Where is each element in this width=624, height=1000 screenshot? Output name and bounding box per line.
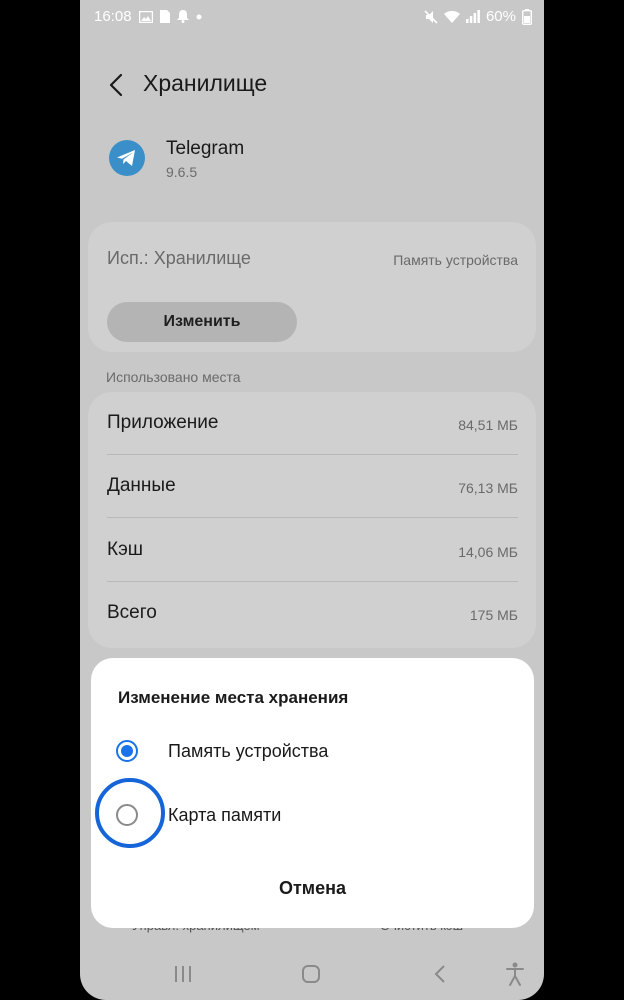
mute-icon (424, 9, 438, 24)
dialog-title: Изменение места хранения (118, 688, 349, 707)
divider (107, 517, 518, 518)
usage-row-cache: Кэш 14,06 МБ (88, 519, 536, 582)
usage-row-data: Данные 76,13 МБ (88, 455, 536, 518)
app-info: Telegram 9.6.5 (80, 132, 544, 192)
option-memory-card[interactable]: Карта памяти (91, 790, 534, 840)
usage-row-value: 84,51 МБ (458, 417, 518, 433)
storage-location-value: Память устройства (393, 252, 518, 268)
accessibility-icon (506, 962, 524, 986)
usage-section-label: Использовано места (106, 369, 241, 385)
usage-row-value: 14,06 МБ (458, 544, 518, 560)
signal-icon (465, 10, 480, 23)
status-time: 16:08 (94, 8, 132, 25)
navigation-bar (80, 950, 544, 998)
chevron-left-icon (109, 73, 123, 97)
app-name: Telegram (166, 138, 245, 159)
usage-row-value: 76,13 МБ (458, 480, 518, 496)
telegram-app-icon (109, 140, 145, 176)
usage-row-label: Кэш (107, 539, 144, 560)
accessibility-button[interactable] (500, 960, 530, 988)
usage-row-app: Приложение 84,51 МБ (88, 392, 536, 455)
change-storage-button[interactable]: Изменить (107, 302, 297, 342)
dot-icon (196, 14, 202, 19)
usage-row-label: Всего (107, 602, 157, 623)
home-icon (302, 965, 320, 983)
image-icon (138, 10, 153, 23)
battery-percentage: 60% (485, 8, 516, 25)
usage-row-total: Всего 175 МБ (88, 582, 536, 645)
radio-selected[interactable] (116, 740, 138, 762)
option-label: Карта памяти (168, 805, 282, 825)
storage-location-label: Исп.: Хранилище (107, 248, 251, 268)
storage-change-dialog: Изменение места хранения Память устройст… (91, 658, 534, 928)
storage-location-card: Исп.: Хранилище Память устройства Измени… (88, 222, 536, 352)
cancel-button[interactable]: Отмена (91, 863, 534, 913)
status-bar: 16:08 60% (80, 0, 544, 34)
page-title: Хранилище (143, 70, 268, 96)
recent-apps-button[interactable] (168, 960, 198, 988)
usage-row-value: 175 МБ (469, 607, 518, 623)
usage-row-label: Приложение (107, 412, 219, 433)
battery-icon (522, 8, 532, 25)
paper-plane-icon (117, 150, 135, 166)
app-version: 9.6.5 (166, 164, 198, 180)
sim-icon (159, 10, 170, 23)
recent-apps-icon (175, 966, 191, 982)
home-button[interactable] (296, 960, 326, 988)
app-bar: Хранилище (80, 60, 544, 110)
back-nav-icon (434, 965, 445, 983)
option-device-memory[interactable]: Память устройства (91, 726, 534, 776)
usage-row-label: Данные (107, 475, 176, 496)
wifi-icon (443, 11, 460, 23)
bell-icon (176, 10, 189, 23)
usage-card: Приложение 84,51 МБ Данные 76,13 МБ Кэш … (88, 392, 536, 648)
option-label: Память устройства (168, 741, 329, 761)
radio-unselected[interactable] (116, 804, 138, 826)
back-button[interactable] (102, 70, 132, 100)
back-nav-button[interactable] (426, 960, 456, 988)
